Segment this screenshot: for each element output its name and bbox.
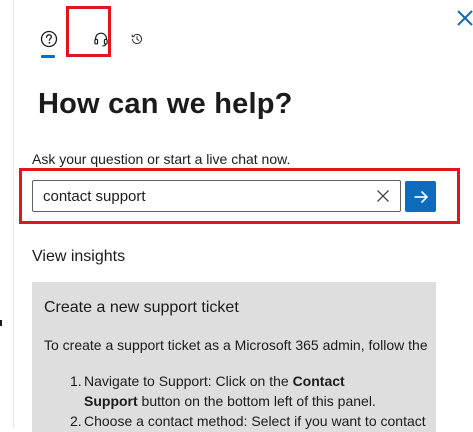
step-text: button on the bottom left of this panel. xyxy=(137,393,376,409)
close-icon xyxy=(457,10,473,26)
step-text: Navigate to Support: Click on the xyxy=(84,373,293,389)
close-button[interactable] xyxy=(452,5,473,31)
step-text: Choose a contact method: Select if you w… xyxy=(84,413,426,429)
search-prompt: Ask your question or start a live chat n… xyxy=(32,151,291,167)
view-insights-heading: View insights xyxy=(32,248,126,265)
background-page-edge xyxy=(0,0,14,428)
step-bold: Support xyxy=(84,393,138,409)
tab-history[interactable] xyxy=(116,22,144,56)
step-number: 1. xyxy=(70,373,82,389)
arrow-right-icon xyxy=(414,190,428,203)
search-input[interactable] xyxy=(43,181,363,211)
card-intro: To create a support ticket as a Microsof… xyxy=(44,337,428,353)
search-box xyxy=(32,180,401,212)
step-number: 2. xyxy=(70,413,82,429)
selected-tab-indicator xyxy=(41,55,55,58)
support-tab-highlight xyxy=(66,6,111,57)
step-bold: Contact xyxy=(292,373,345,389)
background-page-mark xyxy=(0,320,2,326)
list-item: 1. Navigate to Support: Click on the Con… xyxy=(44,371,432,411)
submit-search-button[interactable] xyxy=(405,181,436,212)
page-title: How can we help? xyxy=(38,88,293,120)
history-icon xyxy=(131,33,142,44)
tab-help[interactable] xyxy=(38,22,66,58)
help-panel: How can we help? Ask your question or st… xyxy=(14,0,473,432)
clear-search-button[interactable] xyxy=(374,187,392,205)
card-title: Create a new support ticket xyxy=(44,299,239,316)
clear-icon xyxy=(377,190,389,202)
question-circle-icon xyxy=(40,30,58,48)
list-item: 2. Choose a contact method: Select if yo… xyxy=(44,411,432,431)
insight-card: Create a new support ticket To create a … xyxy=(32,282,436,432)
steps-list: 1. Navigate to Support: Click on the Con… xyxy=(44,371,432,431)
